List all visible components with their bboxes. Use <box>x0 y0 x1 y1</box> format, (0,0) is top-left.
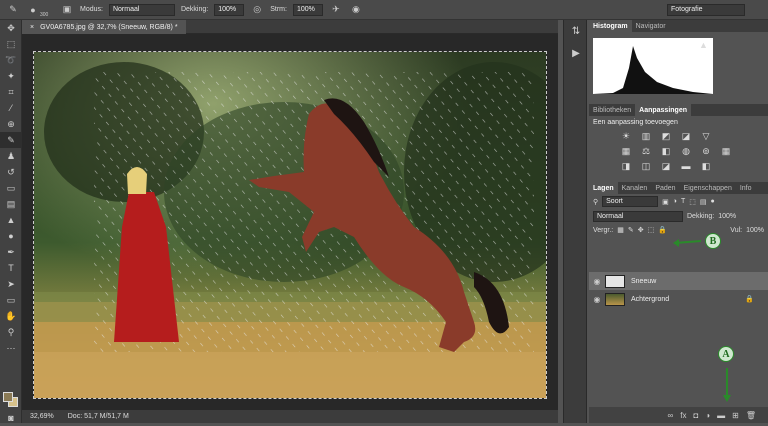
brush-panel-icon[interactable]: ▣ <box>60 3 74 17</box>
pen-tool-icon[interactable]: ✒ <box>0 244 22 260</box>
history-brush-icon[interactable]: ↺ <box>0 164 22 180</box>
document-tabs: × GV0A6785.jpg @ 32,7% (Sneeuw, RGB/8) * <box>22 20 558 34</box>
annotation-marker-a: A <box>718 346 734 362</box>
opacity-field[interactable]: 100% <box>214 3 245 16</box>
zoom-tool-icon[interactable]: ⚲ <box>0 324 22 340</box>
foreground-color-swatch[interactable] <box>3 392 13 402</box>
brush-tool-icon[interactable]: ✎ <box>0 132 22 148</box>
blur-tool-icon[interactable]: ▲ <box>0 212 22 228</box>
photo-image <box>34 52 546 398</box>
path-select-icon[interactable]: ➤ <box>0 276 22 292</box>
status-bar: 32,69% Doc: 51,7 M/51,7 M <box>22 410 558 423</box>
brush-tool-icon[interactable]: ✎ <box>6 3 20 17</box>
zoom-readout[interactable]: 32,69% <box>30 413 54 420</box>
brush-preset-icon[interactable]: ● <box>26 3 40 17</box>
doc-size-info[interactable]: Doc: 51,7 M/51,7 M <box>68 413 129 420</box>
eyedropper-tool-icon[interactable]: ⁄ <box>0 100 22 116</box>
toolbar: ✥ ⬚ ➰ ✦ ⌗ ⁄ ⊕ ✎ ♟ ↺ ▭ ▤ ▲ ● ✒ T ➤ ▭ ✋ ⚲ … <box>0 20 22 423</box>
lasso-tool-icon[interactable]: ➰ <box>0 52 22 68</box>
flow-field[interactable]: 100% <box>292 3 323 16</box>
quick-mask-icon[interactable]: ◙ <box>0 410 22 426</box>
type-tool-icon[interactable]: T <box>0 260 22 276</box>
panel-icon-strip: ⇅ ▶ <box>563 20 587 423</box>
more-tools-icon[interactable]: ⋯ <box>0 340 22 356</box>
photo-canvas[interactable] <box>33 51 547 399</box>
canvas-area[interactable] <box>22 34 558 410</box>
hand-tool-icon[interactable]: ✋ <box>0 308 22 324</box>
move-tool-icon[interactable]: ✥ <box>0 20 22 36</box>
document-title: GV0A6785.jpg @ 32,7% (Sneeuw, RGB/8) * <box>40 23 178 31</box>
workspace-select[interactable]: Fotografie <box>667 4 745 16</box>
stamp-tool-icon[interactable]: ♟ <box>0 148 22 164</box>
color-swatches[interactable] <box>3 392 19 408</box>
flow-label: Strm: <box>270 6 287 13</box>
airbrush-icon[interactable]: ✈ <box>329 3 343 17</box>
opacity-label: Dekking: <box>180 6 209 13</box>
mode-label: Modus: <box>80 6 103 13</box>
options-bar: ✎ ● 300 ▣ Modus: Normaal Dekking: 100% ◎… <box>0 0 768 20</box>
healing-tool-icon[interactable]: ⊕ <box>0 116 22 132</box>
close-icon[interactable]: × <box>30 24 34 31</box>
annotation-arrows <box>673 239 731 402</box>
brush-size-readout: 300 <box>40 12 49 18</box>
right-panels: Histogram Navigator ▲ Bibliotheken Aanpa… <box>589 20 768 423</box>
pressure-opacity-icon[interactable]: ◎ <box>250 3 264 17</box>
marquee-tool-icon[interactable]: ⬚ <box>0 36 22 52</box>
pressure-size-icon[interactable]: ◉ <box>349 3 363 17</box>
quick-select-tool-icon[interactable]: ✦ <box>0 68 22 84</box>
document-tab[interactable]: × GV0A6785.jpg @ 32,7% (Sneeuw, RGB/8) * <box>22 20 186 34</box>
eraser-tool-icon[interactable]: ▭ <box>0 180 22 196</box>
properties-panel-icon[interactable]: ⇅ <box>564 20 588 42</box>
gradient-tool-icon[interactable]: ▤ <box>0 196 22 212</box>
shape-tool-icon[interactable]: ▭ <box>0 292 22 308</box>
play-actions-icon[interactable]: ▶ <box>564 42 588 64</box>
annotation-marker-b: B <box>705 233 721 249</box>
dodge-tool-icon[interactable]: ● <box>0 228 22 244</box>
crop-tool-icon[interactable]: ⌗ <box>0 84 22 100</box>
mode-select[interactable]: Normaal <box>108 3 175 16</box>
